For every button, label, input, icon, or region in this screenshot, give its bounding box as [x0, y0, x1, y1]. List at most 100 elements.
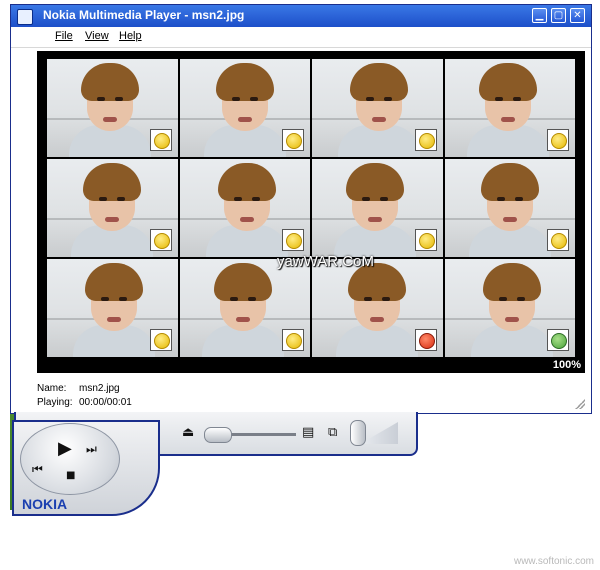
mouth — [239, 217, 254, 222]
mouth — [107, 317, 121, 322]
playing-value: 00:00/00:01 — [79, 397, 132, 408]
menu-file[interactable]: File — [55, 30, 73, 42]
eye — [231, 97, 240, 101]
photo-cell — [47, 59, 178, 157]
surprised-icon — [547, 129, 569, 151]
eye — [494, 97, 503, 101]
smile-icon — [149, 129, 172, 151]
nokia-logo: NOKIA — [22, 496, 68, 512]
hair — [83, 163, 141, 201]
source-url: www.softonic.com — [513, 556, 594, 567]
menu-view[interactable]: View — [85, 30, 109, 42]
photo-cell — [312, 259, 443, 357]
maximize-button[interactable]: ▢ — [551, 8, 566, 23]
eye — [514, 197, 523, 201]
eye — [512, 97, 521, 101]
mouth — [237, 117, 252, 122]
mouth — [235, 317, 250, 322]
eye — [384, 97, 392, 101]
smirk-icon — [414, 229, 437, 251]
video-display[interactable]: yawWAR.CoM 100% — [37, 51, 585, 373]
eye — [380, 197, 388, 201]
emoticon-face — [153, 233, 170, 249]
eye — [119, 297, 127, 301]
photo-cell — [47, 259, 178, 357]
emoticon-face — [418, 333, 435, 349]
eye — [382, 297, 390, 301]
eye — [498, 297, 507, 301]
mouth — [504, 317, 519, 322]
menu-help[interactable]: Help — [119, 30, 142, 42]
playlist-button[interactable]: ▤ — [302, 425, 314, 440]
wink-icon — [414, 129, 437, 151]
emoticon-face — [418, 233, 435, 249]
confused-icon — [149, 229, 172, 251]
emoticon-face — [551, 333, 567, 349]
eye — [247, 297, 256, 301]
eye — [115, 97, 123, 101]
photo-cell — [312, 159, 443, 257]
next-button[interactable]: ⏭ — [86, 442, 97, 457]
eye — [516, 297, 525, 301]
name-label: Name: — [37, 383, 67, 394]
playing-label: Playing: — [37, 397, 73, 408]
eye — [362, 197, 370, 201]
emoticon-face — [286, 133, 302, 149]
mouth — [105, 217, 119, 222]
resize-grip-icon[interactable] — [575, 399, 585, 409]
window-mode-button[interactable]: ⧉ — [328, 425, 337, 440]
photo-cell — [312, 59, 443, 157]
previous-button[interactable]: ⏮ — [32, 462, 43, 477]
msn-user-icon — [547, 329, 569, 351]
title-bar[interactable]: Nokia Multimedia Player - msn2.jpg ▁ ▢ ✕ — [11, 5, 591, 27]
eye — [97, 97, 105, 101]
crying-icon — [149, 329, 172, 351]
sunglasses-icon — [282, 229, 304, 251]
eye — [496, 197, 505, 201]
seek-slider[interactable] — [204, 427, 232, 443]
stop-button[interactable]: ■ — [66, 470, 75, 481]
close-button[interactable]: ✕ — [570, 8, 585, 23]
hair — [346, 163, 404, 201]
eject-button[interactable]: ⏏ — [182, 425, 194, 440]
info-panel: Name: msn2.jpg Playing: 00:00/00:01 — [11, 377, 591, 413]
name-value: msn2.jpg — [79, 383, 120, 394]
mouth — [372, 117, 386, 122]
eye — [229, 297, 238, 301]
smile-icon — [282, 329, 304, 351]
photo-cell — [179, 59, 310, 157]
eye — [233, 197, 242, 201]
photo-cell — [444, 159, 575, 257]
smile-icon — [282, 129, 304, 151]
emoticon-face — [153, 333, 170, 349]
hair — [81, 63, 139, 101]
angry-icon — [414, 329, 437, 351]
navigation-pad[interactable] — [20, 423, 120, 495]
mouth — [370, 317, 384, 322]
embarrassed-icon — [547, 229, 569, 251]
hair — [482, 263, 541, 301]
photo-cell — [47, 159, 178, 257]
emoticon-face — [418, 133, 435, 149]
photo-cell — [444, 259, 575, 357]
photo-cell — [444, 59, 575, 157]
emoticon-face — [286, 233, 302, 249]
eye — [366, 97, 374, 101]
mouth — [103, 117, 117, 122]
zoom-level: 100% — [552, 359, 581, 371]
eye — [251, 197, 260, 201]
hair — [85, 263, 143, 301]
emoticon-face — [551, 133, 567, 149]
emoticon-face — [153, 133, 170, 149]
photo-cell — [179, 159, 310, 257]
play-button[interactable]: ▶ — [58, 438, 72, 459]
emoticon-face — [286, 333, 302, 349]
menu-bar: File View Help — [11, 27, 591, 48]
mouth — [368, 217, 382, 222]
volume-slider[interactable] — [350, 420, 366, 446]
minimize-button[interactable]: ▁ — [532, 8, 547, 23]
emoticon-face — [551, 233, 567, 249]
player-window: Nokia Multimedia Player - msn2.jpg ▁ ▢ ✕… — [10, 4, 592, 414]
mouth — [502, 217, 517, 222]
eye — [117, 197, 125, 201]
